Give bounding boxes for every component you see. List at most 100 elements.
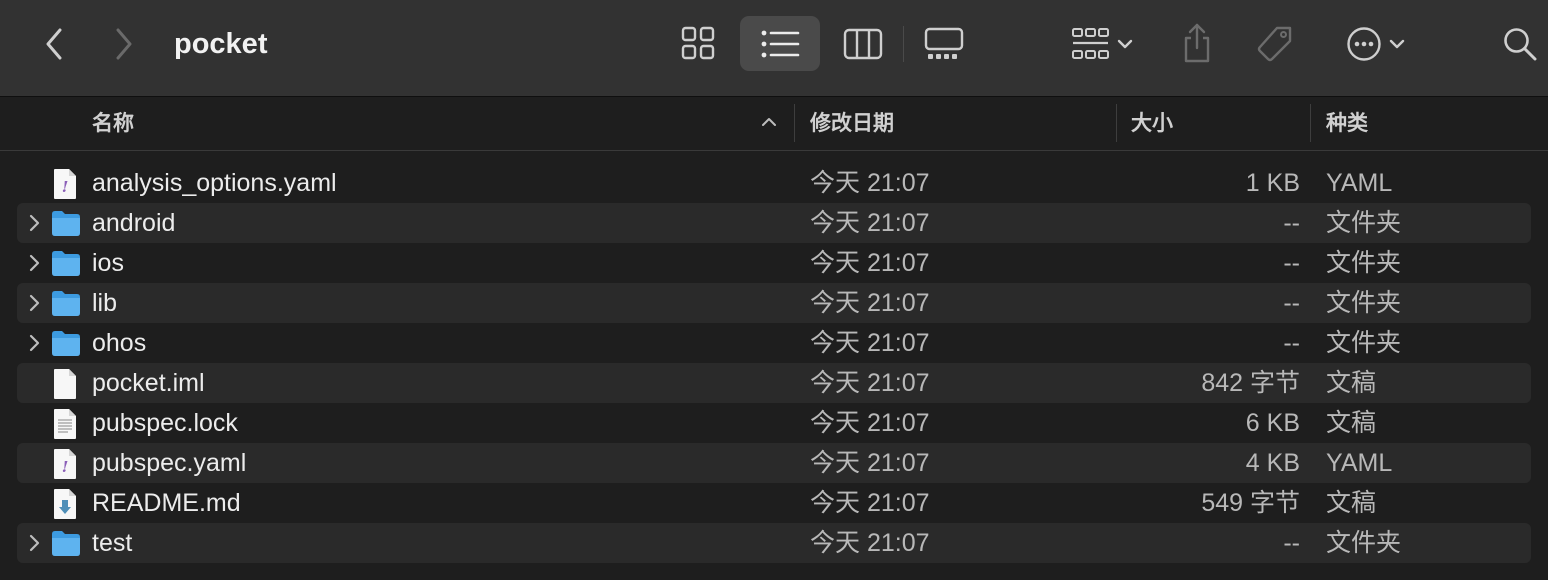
table-row[interactable]: pocket.iml 今天 21:07 842 字节 文稿 [0,363,1548,403]
file-kind: 文件夹 [1326,529,1402,557]
group-icon [1072,28,1109,59]
table-row[interactable]: android 今天 21:07 -- 文件夹 [0,203,1548,243]
file-kind: YAML [1326,169,1393,197]
chevron-right-icon [116,28,132,60]
file-size: -- [1283,289,1300,317]
file-size: -- [1283,249,1300,277]
column-kind[interactable]: 种类 [1326,97,1368,150]
file-name: lib [92,289,118,317]
disclosure-triangle[interactable] [27,293,41,318]
file-name: ohos [92,329,147,357]
share-button[interactable] [1176,20,1218,66]
icon-view-button[interactable] [672,20,724,66]
column-divider[interactable] [1116,104,1117,142]
file-modified: 今天 21:07 [810,529,930,557]
list-icon-wrap [756,24,804,64]
folder-icon [50,528,82,563]
column-divider[interactable] [1310,104,1311,142]
share-icon [1184,23,1210,63]
file-size: 549 字节 [1201,489,1300,517]
markdown-file-icon [50,488,80,525]
file-name: pubspec.yaml [92,449,247,477]
folder-icon [50,248,82,283]
tag-icon [1257,26,1292,62]
columns-icon [843,28,883,60]
file-modified: 今天 21:07 [810,209,930,237]
file-name: test [92,529,133,557]
disclosure-triangle[interactable] [27,533,41,558]
chevron-left-icon [46,28,62,60]
file-size: 4 KB [1245,449,1300,477]
table-row[interactable]: ohos 今天 21:07 -- 文件夹 [0,323,1548,363]
text-file-icon [50,408,80,445]
column-modified[interactable]: 修改日期 [810,97,894,150]
file-list: ! analysis_options.yaml 今天 21:07 1 KB YA… [0,163,1548,563]
tag-button[interactable] [1252,22,1298,66]
file-size: -- [1283,529,1300,557]
disclosure-triangle[interactable] [27,253,41,278]
toolbar: pocket [0,0,1548,97]
window-title: pocket [174,28,268,60]
file-modified: 今天 21:07 [810,289,930,317]
column-view-button[interactable] [838,22,888,66]
folder-icon [50,208,82,243]
file-kind: 文稿 [1326,369,1377,397]
yaml-file-icon: ! [50,448,80,485]
disclosure-triangle[interactable] [27,213,41,238]
column-divider[interactable] [794,104,795,142]
file-kind: YAML [1326,449,1393,477]
table-row[interactable]: lib 今天 21:07 -- 文件夹 [0,283,1548,323]
search-button[interactable] [1498,22,1542,66]
folder-icon [50,328,82,363]
sort-ascending-icon[interactable] [760,113,778,131]
folder-icon [50,288,82,323]
file-modified: 今天 21:07 [810,249,930,277]
file-name: pocket.iml [92,369,205,397]
yaml-file-icon: ! [50,168,80,205]
file-kind: 文稿 [1326,409,1377,437]
file-name: analysis_options.yaml [92,169,337,197]
table-row[interactable]: ! analysis_options.yaml 今天 21:07 1 KB YA… [0,163,1548,203]
search-icon [1504,28,1537,61]
list-icon [761,30,800,58]
table-row[interactable]: README.md 今天 21:07 549 字节 文稿 [0,483,1548,523]
file-size: 1 KB [1245,169,1300,197]
file-kind: 文件夹 [1326,209,1402,237]
group-button[interactable] [1064,24,1140,64]
chevron-down-icon [1389,39,1405,49]
more-actions-button[interactable] [1340,24,1412,64]
file-modified: 今天 21:07 [810,489,930,517]
chevron-down-icon [1117,39,1133,49]
file-kind: 文件夹 [1326,329,1402,357]
document-icon [50,368,80,405]
file-modified: 今天 21:07 [810,409,930,437]
column-header: 名称 修改日期 大小 种类 [0,97,1548,151]
table-row[interactable]: test 今天 21:07 -- 文件夹 [0,523,1548,563]
file-modified: 今天 21:07 [810,329,930,357]
toolbar-divider [903,26,904,62]
file-size: -- [1283,329,1300,357]
file-kind: 文件夹 [1326,249,1402,277]
file-modified: 今天 21:07 [810,369,930,397]
table-row[interactable]: pubspec.lock 今天 21:07 6 KB 文稿 [0,403,1548,443]
ellipsis-circle-icon [1347,27,1381,61]
file-kind: 文件夹 [1326,289,1402,317]
file-modified: 今天 21:07 [810,449,930,477]
gallery-icon [924,27,964,59]
svg-text:!: ! [62,178,69,196]
file-name: pubspec.lock [92,409,238,437]
file-name: ios [92,249,124,277]
forward-button[interactable] [106,24,142,64]
file-kind: 文稿 [1326,489,1377,517]
grid-icon [681,26,715,60]
column-name[interactable]: 名称 [92,97,134,150]
column-size[interactable]: 大小 [1131,97,1173,150]
gallery-view-button[interactable] [918,22,970,66]
disclosure-triangle[interactable] [27,333,41,358]
table-row[interactable]: ios 今天 21:07 -- 文件夹 [0,243,1548,283]
back-button[interactable] [36,24,72,64]
table-row[interactable]: ! pubspec.yaml 今天 21:07 4 KB YAML [0,443,1548,483]
file-size: 842 字节 [1201,369,1300,397]
svg-text:!: ! [62,458,69,476]
file-size: -- [1283,209,1300,237]
